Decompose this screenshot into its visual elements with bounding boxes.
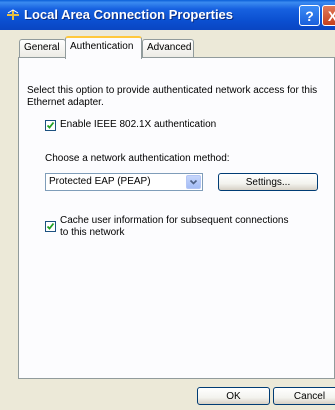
checkmark-icon bbox=[46, 121, 55, 129]
checkmark-icon bbox=[46, 222, 55, 230]
dropdown-arrow[interactable] bbox=[186, 175, 201, 189]
cache-user-info-label-line2[interactable]: to this network bbox=[60, 227, 124, 239]
cancel-button[interactable]: Cancel bbox=[273, 387, 335, 405]
help-icon: ? bbox=[305, 7, 314, 24]
network-connection-icon bbox=[7, 9, 19, 20]
auth-method-select[interactable]: Protected EAP (PEAP) bbox=[45, 173, 203, 191]
enable-8021x-label[interactable]: Enable IEEE 802.1X authentication bbox=[60, 119, 216, 131]
chevron-down-icon bbox=[189, 179, 198, 185]
cache-user-info-checkbox[interactable] bbox=[45, 221, 56, 232]
tab-advanced[interactable]: Advanced bbox=[142, 39, 194, 57]
cache-user-info-label-line1[interactable]: Cache user information for subsequent co… bbox=[60, 215, 288, 227]
enable-8021x-checkbox[interactable] bbox=[45, 120, 56, 131]
close-icon: X bbox=[327, 7, 335, 24]
properties-dialog: Local Area Connection Properties ? X Gen… bbox=[0, 0, 335, 410]
title-bar[interactable]: Local Area Connection Properties ? X bbox=[0, 0, 335, 30]
auth-method-label: Choose a network authentication method: bbox=[45, 153, 230, 164]
settings-button[interactable]: Settings... bbox=[218, 173, 318, 191]
help-button[interactable]: ? bbox=[299, 5, 320, 26]
tab-strip: General Authentication Advanced bbox=[0, 36, 335, 59]
authentication-description: Select this option to provide authentica… bbox=[27, 85, 318, 108]
tab-general[interactable]: General bbox=[19, 39, 66, 57]
auth-method-value: Protected EAP (PEAP) bbox=[49, 176, 151, 187]
window-title: Local Area Connection Properties bbox=[24, 7, 234, 22]
tab-authentication[interactable]: Authentication bbox=[65, 36, 142, 59]
close-button[interactable]: X bbox=[322, 5, 335, 26]
ok-button[interactable]: OK bbox=[197, 387, 270, 405]
